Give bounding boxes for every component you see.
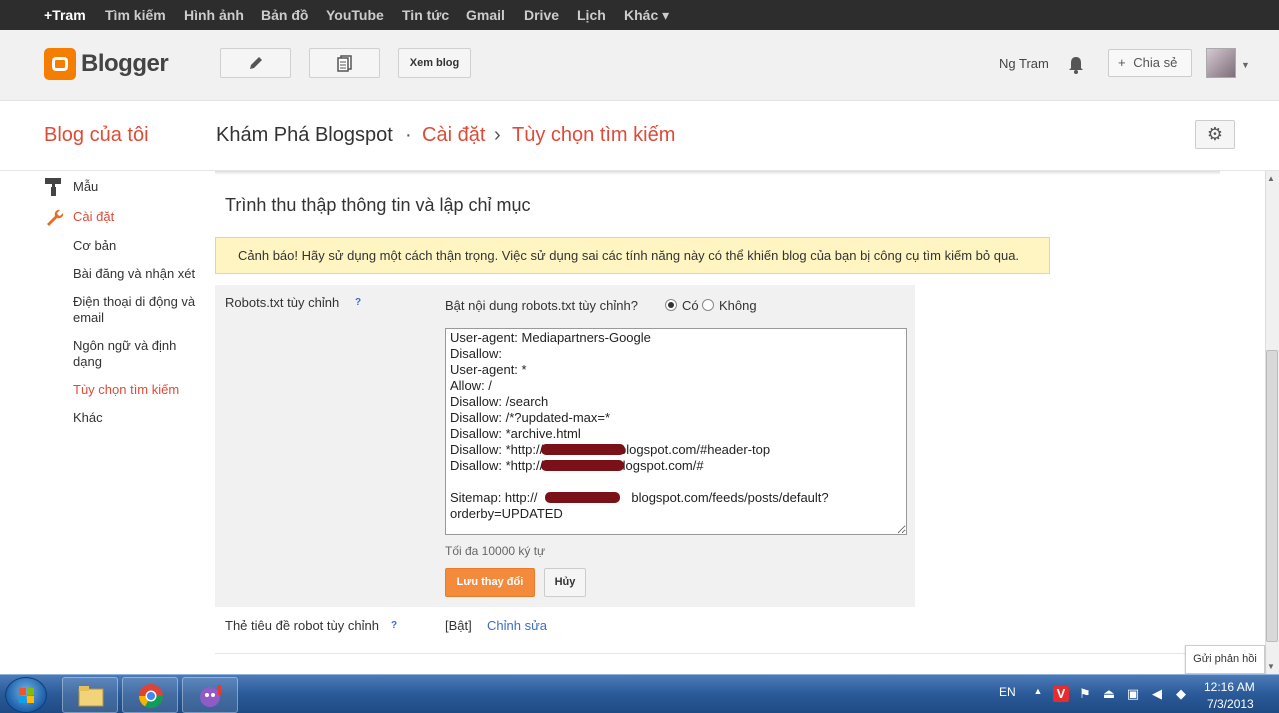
volume-icon[interactable]: ◀ [1149, 686, 1165, 702]
bell-icon[interactable] [1067, 55, 1085, 75]
sidebar-item-search-preferences[interactable]: Tùy chọn tìm kiếm [73, 382, 179, 398]
wrench-icon [47, 209, 64, 226]
section-title: Trình thu thập thông tin và lập chỉ mục [225, 195, 531, 215]
radio-no[interactable] [702, 299, 714, 311]
warning-banner: Cảnh báo! Hãy sử dụng một cách thận trọn… [215, 237, 1050, 274]
avatar[interactable] [1206, 48, 1236, 78]
redaction-mark [541, 460, 624, 471]
breadcrumb-separator: · [405, 124, 412, 146]
posts-list-button[interactable] [309, 48, 380, 78]
send-feedback-button[interactable]: Gửi phản hồi [1185, 645, 1265, 674]
share-button[interactable]: + Chia sẻ [1108, 49, 1192, 77]
gbar-link-maps[interactable]: Bản đồ [261, 7, 308, 23]
gbar-link-gmail[interactable]: Gmail [466, 7, 505, 23]
yahoo-messenger-icon [200, 685, 221, 707]
view-blog-button[interactable]: Xem blog [398, 48, 471, 78]
network-icon[interactable]: ▣ [1125, 686, 1141, 702]
robots-txt-textarea[interactable]: User-agent: Mediapartners-Google Disallo… [445, 328, 907, 535]
taskbar-yahoo-messenger[interactable] [182, 677, 238, 713]
flag-alert-icon[interactable]: ⚑ [1077, 686, 1093, 702]
settings-gear-button[interactable]: ⚙ [1195, 120, 1235, 149]
breadcrumb-blog-name[interactable]: Khám Phá Blogspot [216, 124, 393, 147]
sidebar-item-language-formatting[interactable]: Ngôn ngữ và định dạng [73, 338, 193, 370]
max-chars-hint: Tối đa 10000 ký tự [445, 544, 546, 558]
scroll-down-arrow-icon[interactable]: ▼ [1267, 662, 1275, 671]
pencil-icon [250, 57, 262, 69]
redaction-mark [545, 492, 620, 503]
taskbar-chrome[interactable] [122, 677, 178, 713]
blogger-logo-icon[interactable] [44, 48, 76, 80]
sidebar-item-template[interactable]: Mẫu [73, 179, 98, 195]
radio-yes[interactable] [665, 299, 677, 311]
robot-header-tags-label: Thẻ tiêu đề robot tùy chỉnh [225, 618, 379, 633]
robots-txt-label: Robots.txt tùy chỉnh [225, 295, 340, 310]
clock-date[interactable]: 7/3/2013 [1207, 697, 1254, 711]
taskbar-explorer[interactable] [62, 677, 118, 713]
help-icon[interactable]: ? [391, 620, 397, 631]
my-blogs-link[interactable]: Blog của tôi [44, 124, 149, 147]
breadcrumb-search-preferences: Tùy chọn tìm kiếm [512, 124, 676, 146]
share-label: Chia sẻ [1133, 55, 1178, 70]
gbar-link-news[interactable]: Tin tức [402, 7, 449, 23]
enable-robots-question: Bật nội dung robots.txt tùy chỉnh? [445, 298, 638, 313]
cancel-button[interactable]: Hủy [544, 568, 586, 597]
gbar-link-search[interactable]: Tìm kiếm [105, 7, 166, 23]
blogger-header: Blogger Xem blog Ng Tram + Chia sẻ ▼ [0, 30, 1279, 101]
sidebar-item-basic[interactable]: Cơ bản [73, 238, 116, 254]
header-tags-status: [Bật] [445, 618, 472, 633]
gbar-link-profile[interactable]: +Tram [44, 7, 86, 23]
divider [215, 653, 1267, 654]
gbar-link-youtube[interactable]: YouTube [326, 7, 384, 23]
gear-icon: ⚙ [1206, 124, 1224, 144]
radio-no-label[interactable]: Không [719, 298, 757, 313]
google-bar: +Tram Tìm kiếm Hình ảnh Bản đồ YouTube T… [0, 0, 1279, 30]
start-button[interactable] [5, 677, 47, 713]
new-post-button[interactable] [220, 48, 291, 78]
paint-roller-icon [45, 178, 61, 196]
gbar-link-more[interactable]: Khác ▾ [624, 7, 669, 24]
documents-icon [337, 55, 352, 72]
gbar-link-drive[interactable]: Drive [524, 7, 559, 23]
help-icon[interactable]: ? [355, 297, 361, 308]
sidebar-item-other[interactable]: Khác [73, 410, 103, 426]
edit-header-tags-link[interactable]: Chỉnh sửa [487, 618, 547, 633]
plus-icon: + [1118, 55, 1126, 70]
title-bar: Blog của tôi Khám Phá Blogspot · Cài đặt… [0, 101, 1279, 171]
language-indicator[interactable]: EN [999, 685, 1016, 699]
dropbox-icon[interactable]: ◆ [1173, 686, 1189, 702]
breadcrumb-separator: › [494, 124, 501, 146]
scroll-up-arrow-icon[interactable]: ▲ [1267, 174, 1275, 183]
sidebar-item-posts-comments[interactable]: Bài đăng và nhận xét [73, 266, 195, 282]
tray-expand-icon[interactable]: ▲ [1030, 686, 1046, 702]
gbar-link-images[interactable]: Hình ảnh [184, 7, 244, 23]
redaction-mark [541, 444, 625, 455]
sidebar-item-settings[interactable]: Cài đặt [73, 209, 114, 225]
antivirus-icon[interactable]: V [1053, 686, 1069, 702]
save-changes-button[interactable]: Lưu thay đổi [445, 568, 535, 597]
usb-device-icon[interactable]: ⏏ [1101, 686, 1117, 702]
folder-icon [78, 686, 104, 707]
caret-down-icon[interactable]: ▼ [1241, 60, 1250, 70]
blogger-logo-text[interactable]: Blogger [81, 50, 169, 78]
gbar-link-calendar[interactable]: Lịch [577, 7, 606, 23]
radio-yes-label[interactable]: Có [682, 298, 699, 313]
windows-flag-icon [19, 688, 34, 703]
clock-time[interactable]: 12:16 AM [1204, 680, 1255, 694]
scrollbar-thumb[interactable] [1266, 350, 1278, 642]
breadcrumb-settings[interactable]: Cài đặt [422, 124, 485, 147]
user-name[interactable]: Ng Tram [999, 56, 1049, 71]
sidebar-item-mobile-email[interactable]: Điện thoại di động và email [73, 294, 203, 326]
chrome-icon [139, 684, 163, 709]
content-top-shadow [215, 171, 1220, 175]
